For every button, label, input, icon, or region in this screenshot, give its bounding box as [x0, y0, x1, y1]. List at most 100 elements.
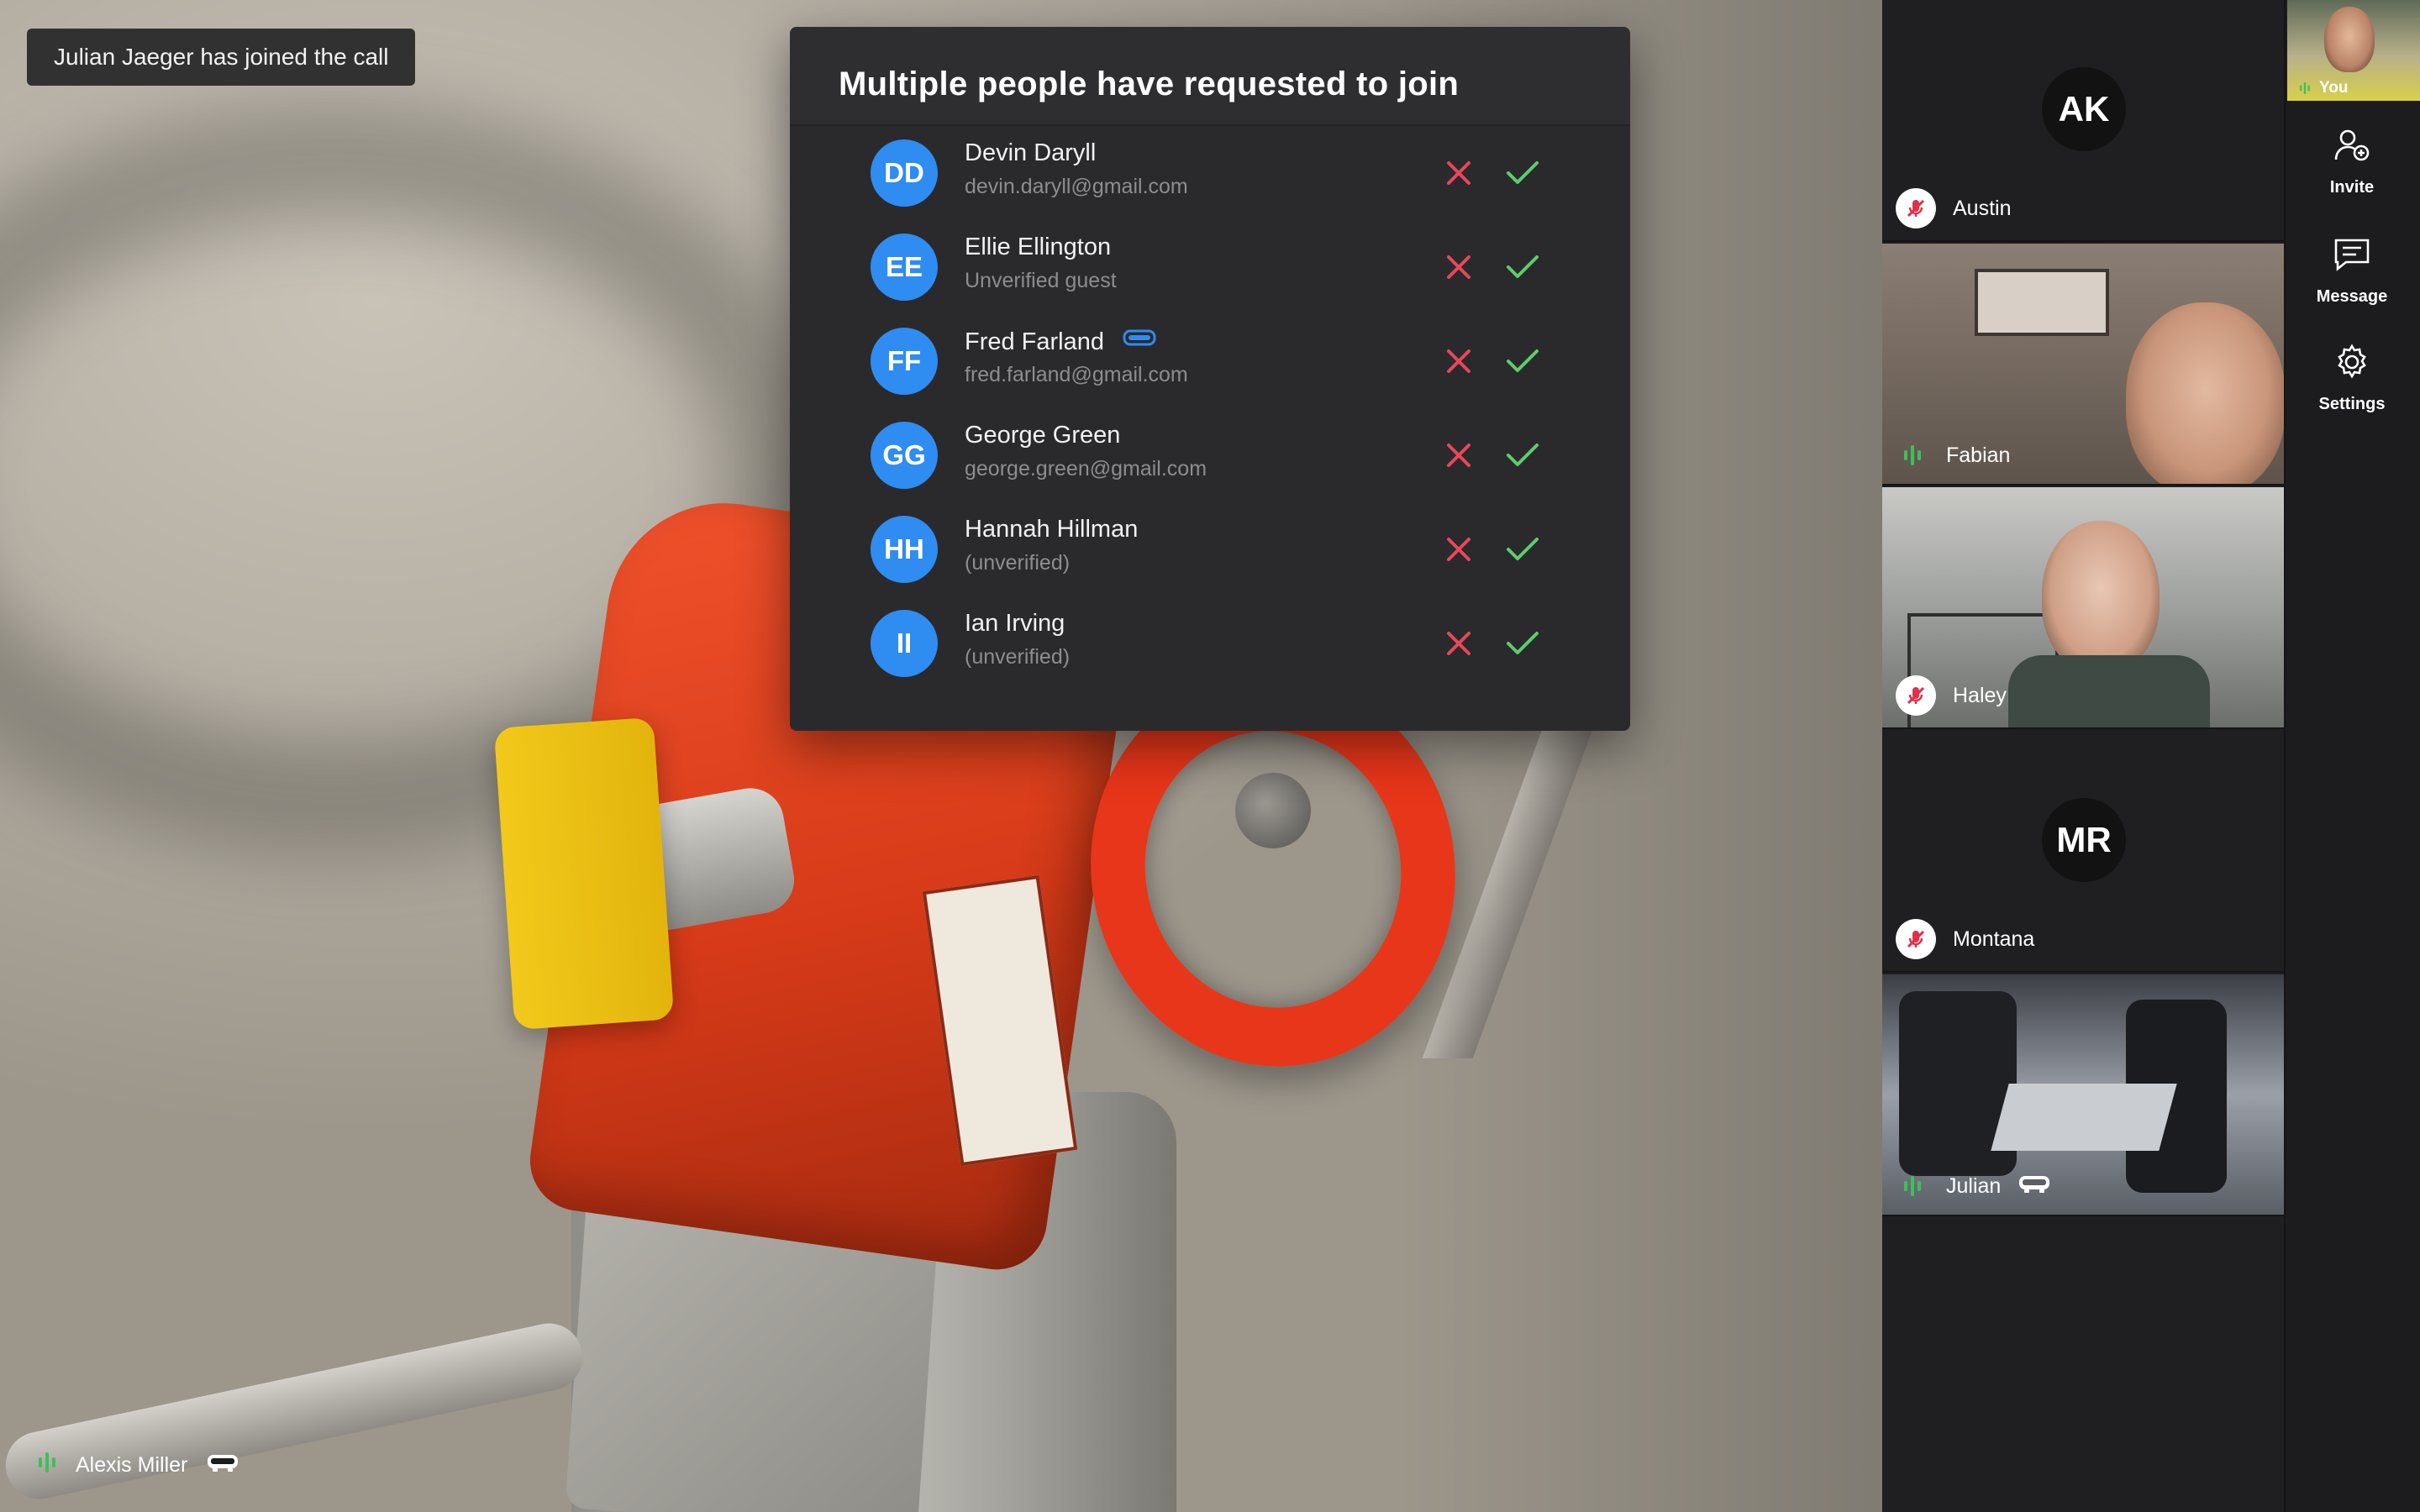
join-request-row: II Ian Irving (unverified) [790, 610, 1630, 704]
join-request-row: EE Ellie Ellington Unverified guest [790, 234, 1630, 328]
requester-name-row: Ian Irving [965, 610, 1065, 638]
settings-label: Settings [2318, 395, 2386, 413]
self-label: You [2299, 79, 2348, 97]
invite-label: Invite [2329, 178, 2375, 197]
join-request-row: FF Fred Farland fred.farland@gmail.com [790, 328, 1630, 422]
join-request-row: DD Devin Daryll devin.daryll@gmail.com [790, 139, 1630, 234]
participant-label: Montana [1896, 919, 2034, 959]
stage-participant-name: Alexis Miller [76, 1453, 188, 1477]
requester-detail: Unverified guest [965, 269, 1117, 292]
gear-icon [2333, 343, 2371, 386]
requester-name-row: Devin Daryll [965, 139, 1096, 167]
requester-detail: (unverified) [965, 645, 1071, 669]
close-icon [1447, 632, 1470, 655]
toast-text: Julian Jaeger has joined the call [54, 44, 389, 70]
checkmark-icon [1507, 632, 1539, 654]
close-icon [1447, 444, 1470, 467]
requester-name: George Green [965, 422, 1121, 449]
participant-tile-haley[interactable]: Haley [1882, 487, 2284, 729]
requester-name: Ellie Ellington [965, 234, 1112, 260]
checkmark-icon [1507, 444, 1539, 466]
message-icon [2333, 235, 2371, 279]
speaking-icon [1896, 1169, 1929, 1203]
video-face [2324, 7, 2375, 72]
headset-icon [1123, 328, 1156, 356]
message-button[interactable]: Message [2284, 235, 2420, 307]
muted-mic-icon [1896, 675, 1936, 716]
requester-name: Fred Farland [965, 328, 1105, 355]
headset-icon [206, 1452, 239, 1479]
participant-initials: AK [2042, 67, 2126, 151]
accept-request-button[interactable] [1501, 247, 1544, 287]
requester-name-row: Ellie Ellington [965, 234, 1111, 261]
requester-detail: george.green@gmail.com [965, 457, 1207, 480]
accept-request-button[interactable] [1501, 529, 1544, 570]
close-icon [1447, 161, 1470, 185]
video-face [2042, 521, 2160, 672]
avatar: FF [871, 328, 938, 395]
participant-name: Haley [1953, 683, 2007, 707]
accept-request-button[interactable] [1501, 623, 1544, 664]
deny-request-button[interactable] [1439, 247, 1479, 287]
requester-name: Ian Irving [965, 610, 1065, 637]
video-handwheel-hub [1235, 773, 1311, 848]
participant-tile-austin[interactable]: AK Austin [1882, 0, 2284, 242]
participant-name: Fabian [1946, 443, 2011, 467]
avatar: DD [871, 139, 938, 207]
participant-list: AK Austin Fabian Haley MR Montana Julian [1882, 0, 2284, 1512]
headset-icon [2018, 1173, 2051, 1200]
close-icon [1447, 255, 1470, 279]
requester-name-row: Fred Farland [965, 328, 1156, 356]
speaking-icon [37, 1450, 57, 1481]
speaking-icon [1896, 438, 1929, 472]
participant-label: Haley [1896, 675, 2007, 716]
participant-label: Austin [1896, 188, 2011, 228]
deny-request-button[interactable] [1439, 341, 1479, 381]
self-view-tile[interactable]: You [2287, 0, 2420, 101]
video-workbench [1991, 1084, 2177, 1151]
checkmark-icon [1507, 161, 1539, 184]
participant-name: Montana [1953, 927, 2035, 951]
join-request-row: HH Hannah Hillman (unverified) [790, 516, 1630, 610]
accept-request-button[interactable] [1501, 435, 1544, 475]
checkmark-icon [1507, 349, 1539, 372]
participant-label: Julian [1896, 1169, 2051, 1203]
settings-button[interactable]: Settings [2284, 343, 2420, 414]
participant-name: Austin [1953, 196, 2012, 220]
participant-label: Fabian [1896, 438, 2010, 472]
deny-request-button[interactable] [1439, 529, 1479, 570]
deny-request-button[interactable] [1439, 623, 1479, 664]
avatar: EE [871, 234, 938, 301]
participant-initials: MR [2042, 798, 2126, 882]
requester-detail: (unverified) [965, 551, 1071, 575]
deny-request-button[interactable] [1439, 153, 1479, 193]
participant-tile-fabian[interactable]: Fabian [1882, 244, 2284, 486]
message-label: Message [2316, 287, 2388, 306]
join-requests-dialog: Multiple people have requested to join D… [790, 27, 1630, 731]
muted-mic-icon [1896, 919, 1936, 959]
deny-request-button[interactable] [1439, 435, 1479, 475]
video-face [2126, 302, 2284, 484]
accept-request-button[interactable] [1501, 153, 1544, 193]
video-yellow-flag [493, 717, 675, 1031]
requester-name: Hannah Hillman [965, 516, 1139, 543]
participant-tile-julian[interactable]: Julian [1882, 974, 2284, 1216]
close-icon [1447, 349, 1470, 373]
avatar: II [871, 610, 938, 677]
requester-name-row: George Green [965, 422, 1120, 449]
stage-participant-label: Alexis Miller [37, 1450, 239, 1481]
dialog-title: Multiple people have requested to join [790, 27, 1630, 126]
requester-name-row: Hannah Hillman [965, 516, 1138, 543]
avatar: GG [871, 422, 938, 489]
requester-detail: fred.farland@gmail.com [965, 363, 1188, 386]
join-notification-toast: Julian Jaeger has joined the call [27, 29, 416, 86]
participant-tile-montana[interactable]: MR Montana [1882, 731, 2284, 973]
requester-name: Devin Daryll [965, 139, 1097, 166]
accept-request-button[interactable] [1501, 341, 1544, 381]
speaking-icon [2300, 82, 2310, 94]
avatar: HH [871, 516, 938, 583]
join-request-row: GG George Green george.green@gmail.com [790, 422, 1630, 516]
video-wall-picture [1975, 269, 2109, 336]
invite-button[interactable]: Invite [2284, 126, 2420, 197]
checkmark-icon [1507, 538, 1539, 560]
